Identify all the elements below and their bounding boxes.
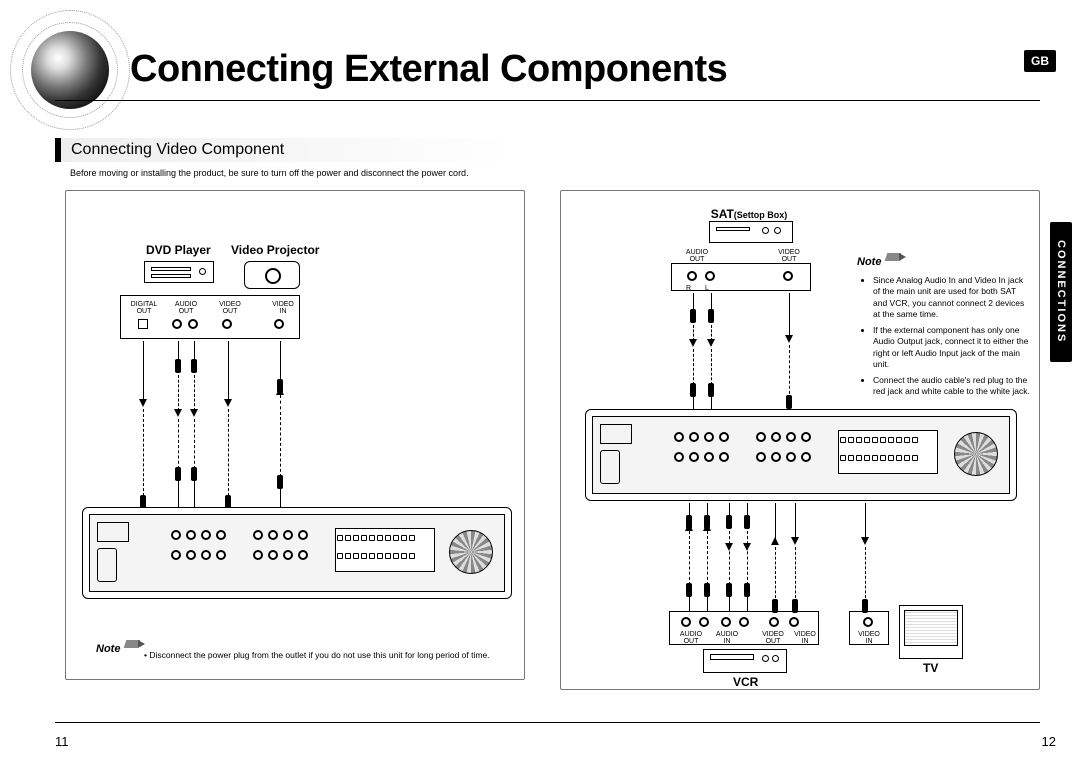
- caution-text: Before moving or installing the product,…: [70, 168, 520, 178]
- page-title: Connecting External Components: [130, 48, 727, 91]
- projector-label: Video Projector: [231, 243, 319, 257]
- vcr-video-out: VIDEO OUT: [757, 631, 789, 645]
- note-block-right: Note: [857, 251, 908, 270]
- dvd-player-icon: [144, 261, 214, 283]
- section-heading: Connecting Video Component: [55, 138, 515, 162]
- note-text-left: • Disconnect the power plug from the out…: [144, 650, 504, 661]
- note-heading-left: Note: [96, 643, 120, 655]
- page-number-right: 12: [1042, 734, 1056, 749]
- sat-video-out-label: VIDEO OUT: [771, 249, 807, 263]
- note-heading-right: Note: [857, 256, 881, 268]
- projector-icon: [244, 261, 300, 289]
- dvd-jack-frame: [120, 295, 300, 339]
- page-root: GB Connecting External Components Connec…: [0, 0, 1080, 763]
- sat-box-icon: [709, 221, 793, 243]
- vcr-icon: [703, 649, 787, 673]
- dvd-player-label: DVD Player: [146, 243, 211, 257]
- speaker-ornament: [10, 10, 130, 130]
- sat-bold: SAT: [711, 207, 734, 221]
- vcr-audio-out: AUDIO OUT: [675, 631, 707, 645]
- right-diagram-box: SAT(Settop Box) AUDIO OUT VIDEO OUT R L …: [560, 190, 1040, 690]
- footer-rule: [55, 722, 1040, 723]
- note-bullets-right: Since Analog Audio In and Video In jack …: [861, 275, 1031, 402]
- page-number-left: 11: [55, 734, 69, 749]
- tv-icon: [899, 605, 963, 659]
- tv-label: TV: [923, 661, 938, 675]
- note-item: Connect the audio cable's red plug to th…: [873, 375, 1031, 398]
- l-label: L: [705, 285, 709, 292]
- sat-audio-l: [705, 271, 715, 281]
- note-item: Since Analog Audio In and Video In jack …: [873, 275, 1031, 321]
- note-bullet-left: Disconnect the power plug from the outle…: [149, 650, 489, 660]
- left-diagram-box: DVD Player Video Projector DIGITAL OUT A…: [65, 190, 525, 680]
- vcr-label: VCR: [733, 675, 758, 689]
- vcr-video-in: VIDEO IN: [789, 631, 821, 645]
- pencil-icon: [886, 251, 908, 265]
- main-unit-rear-panel-left: [82, 507, 512, 599]
- section-heading-text: Connecting Video Component: [71, 141, 284, 159]
- note-block-left: Note: [96, 638, 147, 657]
- note-item: If the external component has only one A…: [873, 325, 1031, 371]
- vcr-audio-in: AUDIO IN: [711, 631, 743, 645]
- r-label: R: [686, 285, 691, 292]
- region-badge: GB: [1024, 50, 1056, 72]
- side-tab-connections: CONNECTIONS: [1050, 222, 1072, 362]
- sat-audio-out-label: AUDIO OUT: [679, 249, 715, 263]
- sat-small: (Settop Box): [734, 210, 788, 220]
- title-underline: [55, 100, 1040, 101]
- tv-video-in: VIDEO IN: [853, 631, 885, 645]
- sat-audio-r: [687, 271, 697, 281]
- sat-video-jack: [783, 271, 793, 281]
- main-unit-rear-panel-right: [585, 409, 1017, 501]
